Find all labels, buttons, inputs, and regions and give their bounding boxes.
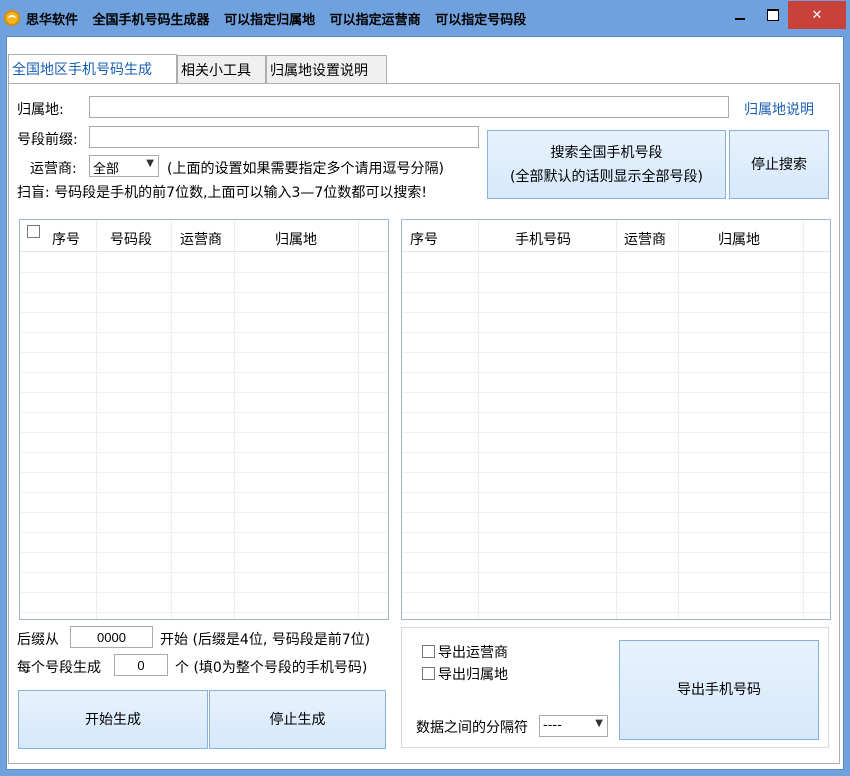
separator-label: 数据之间的分隔符 — [416, 720, 528, 736]
tab-tools[interactable]: 相关小工具 — [177, 55, 266, 83]
title-part: 可以指定归属地 — [224, 13, 316, 28]
search-segments-button[interactable]: 搜索全国手机号段 (全部默认的话则显示全部号段) — [487, 130, 726, 199]
table-row-guide — [20, 592, 388, 593]
column-header[interactable]: 序号 — [410, 229, 438, 249]
chevron-down-icon: ▼ — [595, 718, 603, 729]
tab-location-help[interactable]: 归属地设置说明 — [266, 55, 387, 83]
table-row-guide — [20, 612, 388, 613]
table-row-guide — [402, 272, 830, 273]
table-row-guide — [20, 472, 388, 473]
carrier-hint: (上面的设置如果需要指定多个请用逗号分隔) — [167, 161, 444, 177]
table-row-guide — [402, 532, 830, 533]
table-row-guide — [20, 272, 388, 273]
carrier-label: 运营商: — [30, 161, 77, 177]
window-title: 思华软件 全国手机号码生成器 可以指定归属地 可以指定运营商 可以指定号码段 — [26, 9, 536, 28]
search-button-line2: (全部默认的话则显示全部号段) — [510, 168, 703, 185]
table-row-guide — [402, 292, 830, 293]
column-header[interactable]: 序号 — [52, 229, 80, 249]
table-row-guide — [402, 332, 830, 333]
tab-national-generate[interactable]: 全国地区手机号码生成 — [8, 54, 177, 83]
phone-number-table[interactable]: 序号 手机号码 运营商 归属地 — [401, 219, 831, 620]
start-generate-button[interactable]: 开始生成 — [18, 690, 208, 749]
table-row-guide — [20, 412, 388, 413]
location-input[interactable] — [89, 96, 729, 118]
table-row-guide — [402, 432, 830, 433]
per-segment-label: 每个号段生成 — [17, 660, 101, 676]
table-row-guide — [402, 412, 830, 413]
select-all-checkbox[interactable] — [27, 225, 40, 238]
chevron-down-icon: ▼ — [146, 158, 154, 169]
suffix-from-input[interactable] — [70, 626, 153, 648]
table-row-guide — [20, 292, 388, 293]
table-row-guide — [20, 352, 388, 353]
title-bar[interactable]: 思华软件 全国手机号码生成器 可以指定归属地 可以指定运营商 可以指定号码段 — [0, 0, 850, 34]
app-logo-icon — [4, 10, 20, 26]
column-header[interactable]: 归属地 — [275, 229, 317, 249]
table-row-guide — [402, 552, 830, 553]
table-row-guide — [402, 372, 830, 373]
table-row-guide — [402, 512, 830, 513]
table-row-guide — [20, 552, 388, 553]
table-row-guide — [20, 392, 388, 393]
scan-hint: 扫盲: 号码段是手机的前7位数,上面可以输入3—7位数都可以搜索! — [17, 185, 427, 201]
export-carrier-label[interactable]: 导出运营商 — [438, 642, 508, 662]
table-row-guide — [402, 392, 830, 393]
title-part: 思华软件 — [26, 13, 79, 28]
table-row-guide — [20, 532, 388, 533]
table-row-guide — [402, 352, 830, 353]
stop-search-button[interactable]: 停止搜索 — [729, 130, 829, 199]
separator-select-value: ---- — [543, 718, 562, 733]
table-row-guide — [20, 332, 388, 333]
table-row-guide — [402, 312, 830, 313]
column-header[interactable]: 运营商 — [180, 229, 222, 249]
prefix-label: 号段前缀: — [17, 132, 78, 148]
suffix-from-label: 后缀从 — [17, 632, 59, 648]
separator-select[interactable]: ---- ▼ — [539, 715, 608, 737]
export-location-label[interactable]: 导出归属地 — [438, 664, 508, 684]
table-row-guide — [402, 492, 830, 493]
table-row-guide — [402, 572, 830, 573]
export-carrier-checkbox[interactable] — [422, 645, 435, 658]
table-row-guide — [20, 492, 388, 493]
table-row-guide — [20, 452, 388, 453]
per-segment-hint: 个 (填0为整个号段的手机号码) — [175, 660, 368, 676]
title-part: 可以指定号码段 — [435, 13, 527, 28]
column-header[interactable]: 归属地 — [718, 229, 760, 249]
table-row-guide — [20, 512, 388, 513]
prefix-input[interactable] — [89, 126, 479, 148]
segment-table-header: 序号 号码段 运营商 归属地 — [20, 220, 388, 252]
carrier-select-value: 全部 — [93, 162, 120, 177]
export-numbers-button[interactable]: 导出手机号码 — [619, 640, 819, 740]
maximize-icon[interactable] — [754, 1, 792, 29]
table-row-guide — [20, 572, 388, 573]
table-row-guide — [402, 592, 830, 593]
suffix-start-hint: 开始 (后缀是4位, 号码段是前7位) — [160, 632, 371, 648]
column-header[interactable]: 运营商 — [624, 229, 666, 249]
column-header[interactable]: 号码段 — [110, 229, 152, 249]
column-header[interactable]: 手机号码 — [515, 229, 571, 249]
search-button-line1: 搜索全国手机号段 — [550, 144, 663, 161]
table-row-guide — [402, 612, 830, 613]
title-part: 全国手机号码生成器 — [92, 13, 210, 28]
title-part: 可以指定运营商 — [329, 13, 421, 28]
location-label: 归属地: — [17, 102, 64, 118]
table-row-guide — [20, 372, 388, 373]
table-row-guide — [402, 472, 830, 473]
per-segment-input[interactable] — [114, 654, 168, 676]
stop-generate-button[interactable]: 停止生成 — [209, 690, 386, 749]
carrier-select[interactable]: 全部 ▼ — [89, 155, 159, 177]
table-row-guide — [402, 452, 830, 453]
segment-table[interactable]: 序号 号码段 运营商 归属地 — [19, 219, 389, 620]
table-row-guide — [20, 312, 388, 313]
close-icon[interactable] — [788, 1, 846, 29]
table-row-guide — [20, 432, 388, 433]
location-help-link[interactable]: 归属地说明 — [744, 99, 814, 119]
export-location-checkbox[interactable] — [422, 667, 435, 680]
